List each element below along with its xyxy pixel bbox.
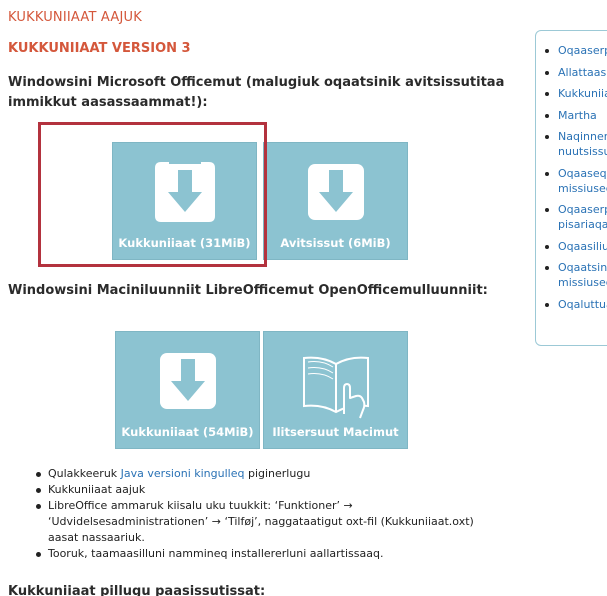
- download-kukkuniiaat-mac-label: Kukkuniiaat (54MiB): [121, 425, 254, 439]
- list-item: Qulakkeeruk Java versioni kingulleq pigi…: [30, 466, 505, 482]
- sidebar-link[interactable]: Oqaaserpassuit: [544, 43, 607, 58]
- download-avitsissut-label: Avitsissut (6MiB): [280, 236, 391, 250]
- sidebar-link[interactable]: Kukkuniiaat: [544, 86, 607, 101]
- java-version-link[interactable]: Java versioni kingulleq: [121, 467, 245, 480]
- sidebar-link[interactable]: Oqaasiliut: [544, 239, 607, 254]
- sidebar-nav: Oqaaserpassuit Allattaasit Kukkuniiaat M…: [535, 30, 607, 346]
- download-kukkuniiaat-mac-button[interactable]: Kukkuniiaat (54MiB): [115, 331, 260, 449]
- sidebar-link[interactable]: Oqaaserpassuit pisariaqartut: [544, 202, 607, 232]
- list-item: Tooruk, taamaasilluni nammineq installer…: [30, 546, 505, 562]
- sidebar-link[interactable]: Oqaaseqatigiit missiuseqarfiat: [544, 166, 607, 196]
- open-book-hand-icon: [296, 342, 376, 422]
- download-arrow-icon: [149, 156, 221, 228]
- info-heading: Kukkuniiaat pillugu paasissutissat:: [8, 584, 266, 596]
- mac-guide-button[interactable]: Ilitsersuut Macimut: [263, 331, 408, 449]
- download-kukkuniiaat-windows-button[interactable]: Kukkuniiaat (31MiB): [112, 142, 257, 260]
- download-arrow-icon: [152, 345, 224, 417]
- mac-guide-label: Ilitsersuut Macimut: [272, 425, 399, 439]
- install-steps-list: Qulakkeeruk Java versioni kingulleq pigi…: [30, 466, 505, 562]
- download-kukkuniiaat-windows-label: Kukkuniiaat (31MiB): [118, 236, 251, 250]
- section-title: KUKKUNIIAAT VERSION 3: [8, 41, 191, 56]
- sidebar-link[interactable]: Martha: [544, 108, 607, 123]
- sidebar-link[interactable]: Naqinnerit nuutsissut: [544, 129, 607, 159]
- download-avitsissut-button[interactable]: Avitsissut (6MiB): [263, 142, 408, 260]
- download-arrow-icon: [300, 156, 372, 228]
- sidebar-link[interactable]: Allattaasit: [544, 65, 607, 80]
- list-item: LibreOffice ammaruk kiisalu uku tuukkit:…: [30, 498, 505, 546]
- sidebar-link[interactable]: Oqaluttuarisi: [544, 297, 607, 312]
- mac-libreoffice-heading: Windowsini Maciniluunniit LibreOfficemut…: [8, 283, 488, 298]
- windows-heading: Windowsini Microsoft Officemut (malugiuk…: [8, 75, 505, 110]
- sidebar-link[interactable]: Oqaatsinik missiuseqarfik: [544, 260, 607, 290]
- list-item: Kukkuniiaat aajuk: [30, 482, 505, 498]
- page-title: KUKKUNIIAAT AAJUK: [8, 10, 142, 25]
